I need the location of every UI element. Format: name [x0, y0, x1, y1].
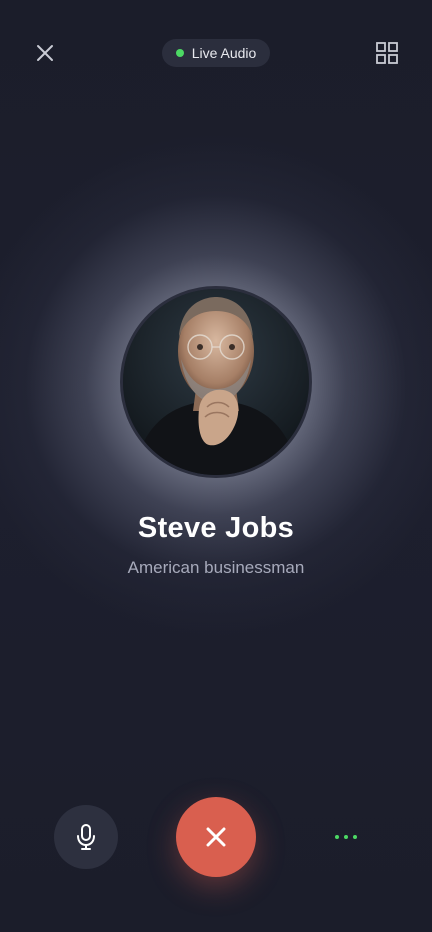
close-button[interactable] [33, 41, 57, 65]
microphone-icon [77, 824, 95, 850]
mute-button[interactable] [54, 805, 118, 869]
grid-icon [376, 42, 398, 64]
call-screen: Live Audio Steve Jobs American businessm… [0, 0, 432, 932]
grid-view-button[interactable] [375, 41, 399, 65]
more-options-button[interactable] [326, 821, 366, 853]
live-indicator-dot [175, 49, 184, 57]
avatar [120, 286, 312, 478]
end-call-button[interactable] [176, 797, 256, 877]
more-dots-icon [335, 835, 339, 839]
contact-name: Steve Jobs [137, 512, 295, 544]
more-dots-icon [353, 835, 357, 839]
close-icon [206, 827, 226, 847]
live-audio-badge: Live Audio [162, 39, 270, 67]
contact-description: American businessman [127, 558, 305, 577]
more-dots-icon [344, 835, 348, 839]
close-icon [37, 45, 53, 61]
portrait-photo [123, 289, 309, 475]
live-audio-label: Live Audio [191, 45, 257, 61]
